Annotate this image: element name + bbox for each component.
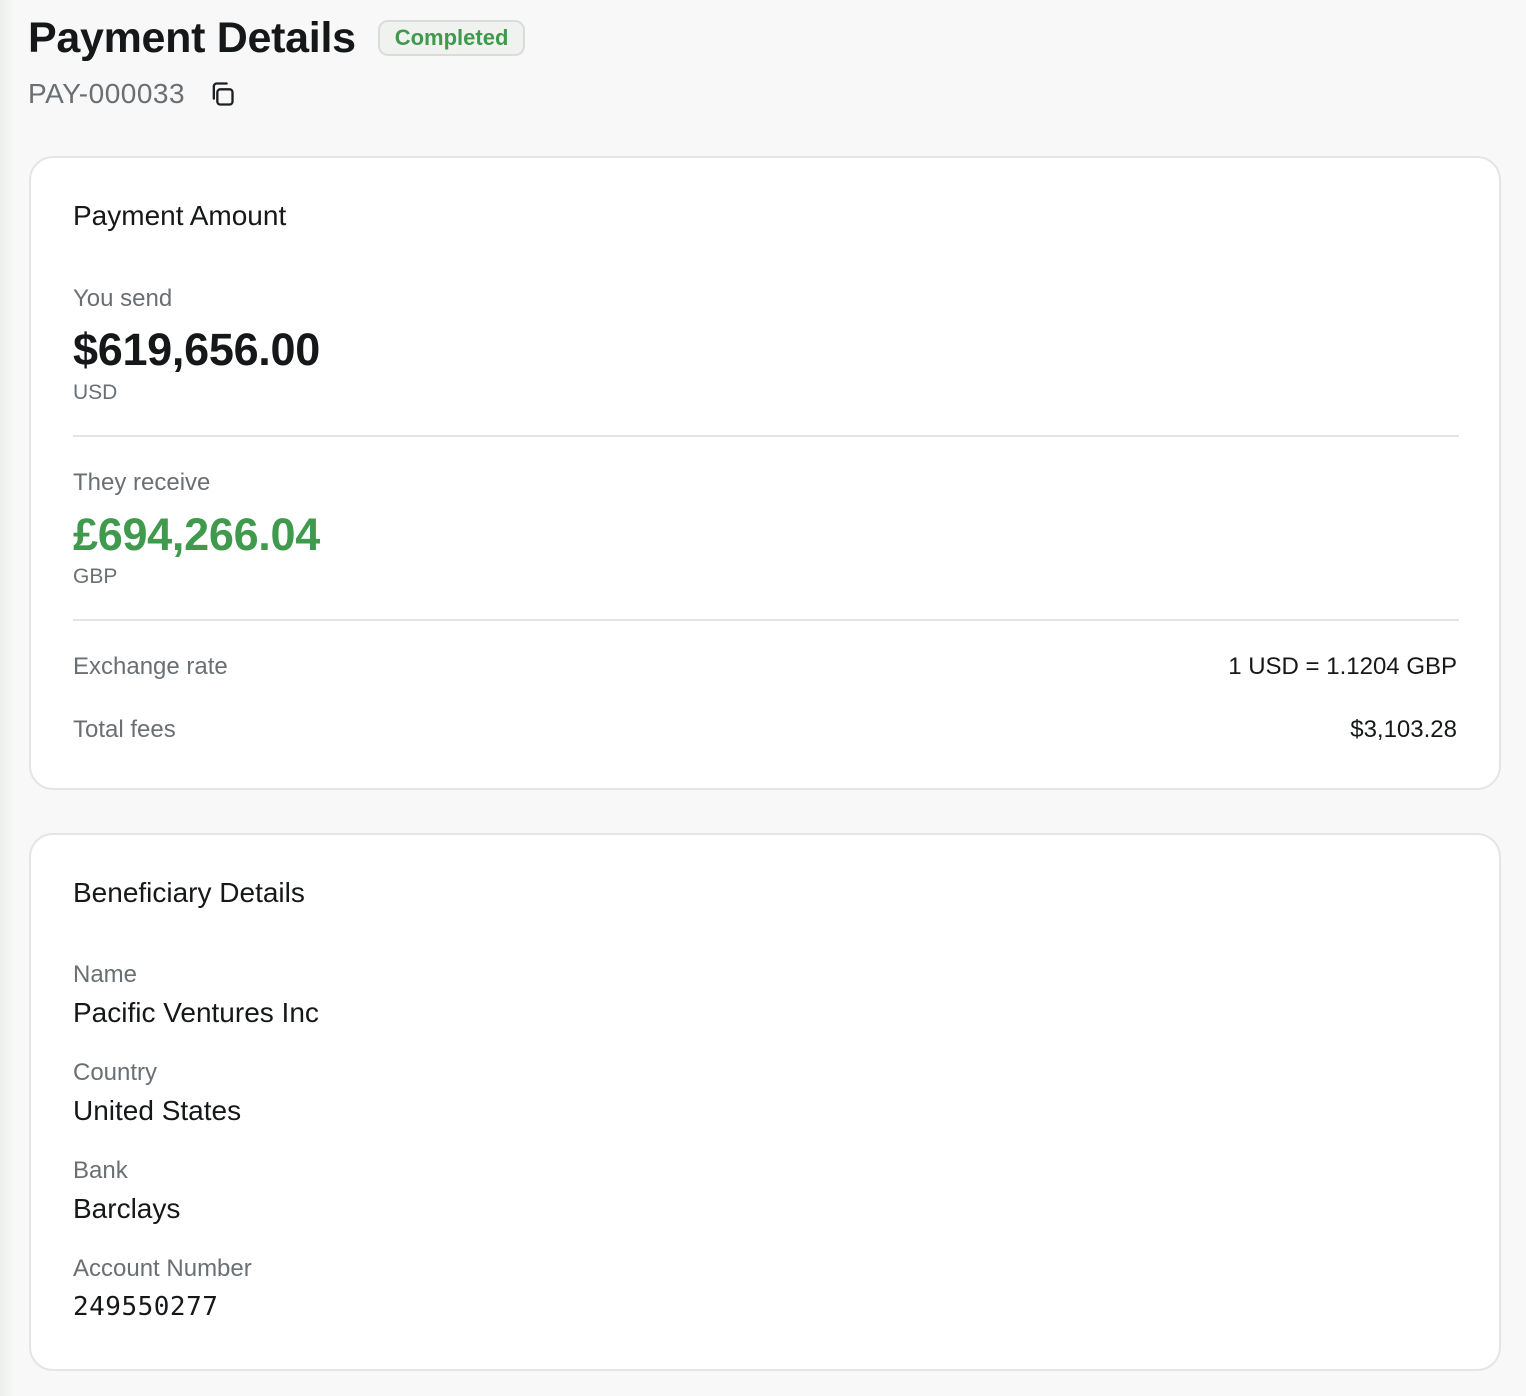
beneficiary-details-card: Beneficiary Details Name Pacific Venture… [29,833,1501,1371]
payment-id-row: PAY-000033 [28,74,237,114]
total-fees-label: Total fees [73,716,176,743]
payment-id: PAY-000033 [28,78,186,109]
exchange-rate-value: 1 USD = 1.1204 GBP [1228,653,1457,680]
receive-currency: GBP [73,565,118,588]
you-send-label: You send [73,285,173,312]
page-title: Payment Details [28,14,356,62]
divider [73,435,1459,437]
send-currency: USD [73,381,118,404]
total-fees-value: $3,103.28 [1350,716,1457,743]
payment-amount-title: Payment Amount [73,200,287,231]
receive-amount: £694,266.04 [73,509,320,560]
payment-details-page: Payment Details Completed PAY-000033 Pay… [0,0,1526,1396]
exchange-rate-label: Exchange rate [73,653,228,680]
bank-value: Barclays [73,1193,181,1224]
send-amount: $619,656.00 [73,324,320,375]
name-label: Name [73,961,138,988]
copy-icon [212,82,234,106]
page-header: Payment Details Completed [28,12,526,64]
country-label: Country [73,1059,158,1086]
divider [73,619,1459,621]
country-value: United States [73,1095,242,1126]
beneficiary-details-title: Beneficiary Details [73,877,305,908]
payment-amount-card: Payment Amount You send $619,656.00 USD … [29,156,1501,790]
they-receive-label: They receive [73,469,211,496]
copy-id-button[interactable] [207,79,237,109]
account-number-value: 249550277 [73,1292,219,1322]
status-badge: Completed [377,20,526,56]
bank-label: Bank [73,1157,128,1184]
name-value: Pacific Ventures Inc [73,997,319,1028]
account-number-label: Account Number [73,1255,252,1282]
